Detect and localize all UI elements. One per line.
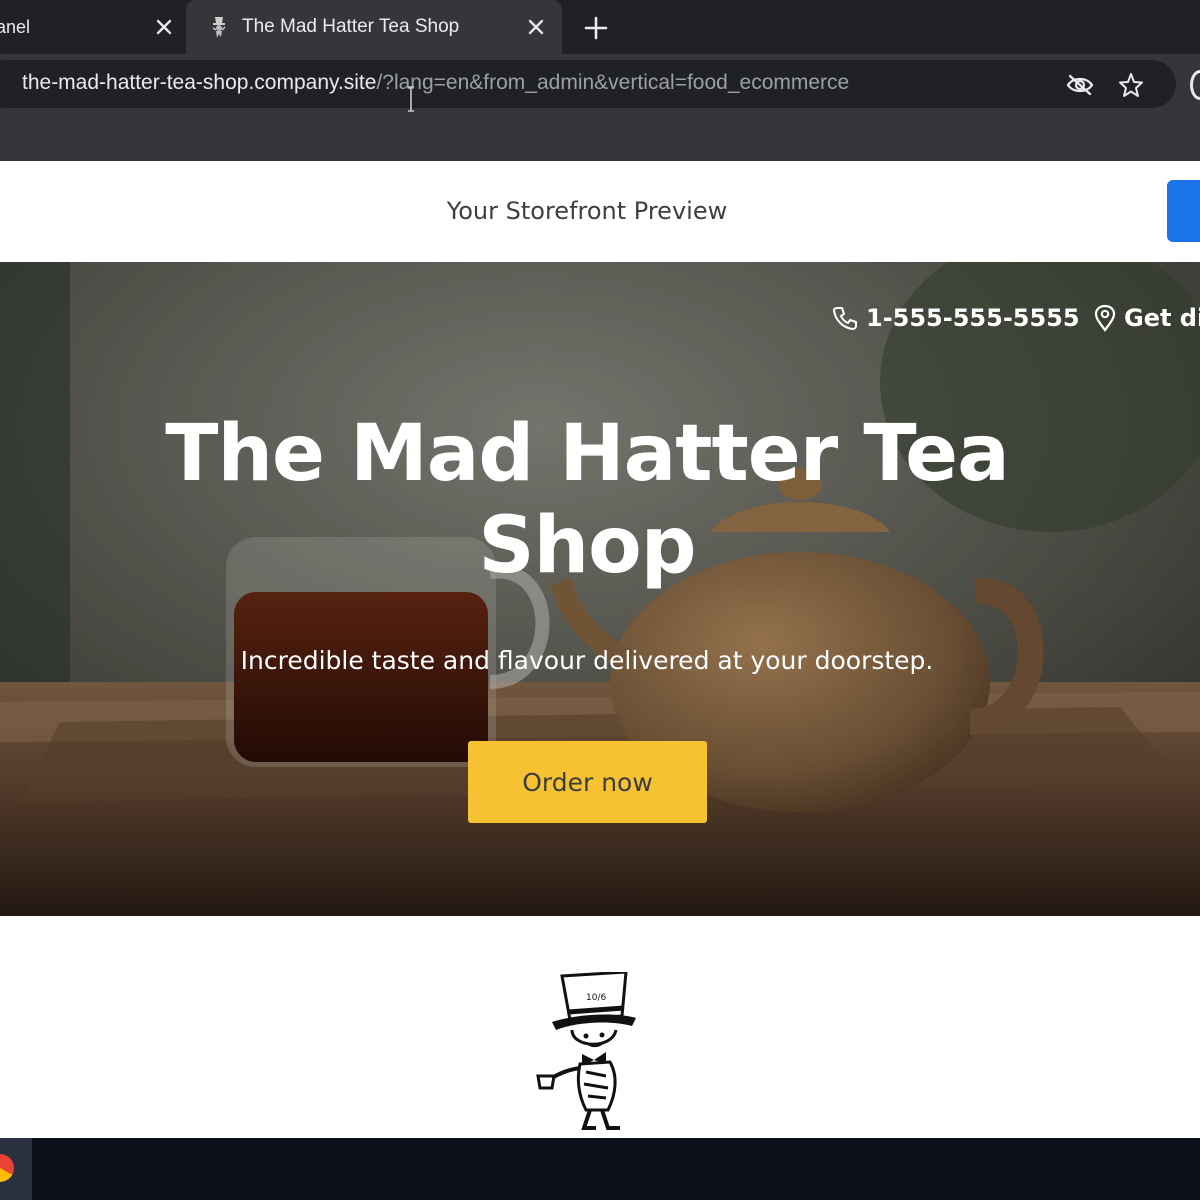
preview-action-button[interactable] [1167,180,1200,242]
star-icon[interactable] [1118,72,1144,98]
storefront-preview-bar: Your Storefront Preview [0,161,1200,262]
close-icon[interactable] [152,15,176,39]
phone-link[interactable]: 1-555-555-5555 [832,304,1080,332]
tab-label: The Mad Hatter Tea Shop [242,16,460,37]
logo-section: 10/6 [0,916,1200,1138]
eye-off-icon[interactable] [1066,74,1094,96]
plus-icon[interactable] [582,14,610,42]
store-title: The Mad Hatter Tea Shop [165,409,1009,591]
map-pin-icon [1094,304,1116,332]
tab-mad-hatter-tea-shop[interactable]: The Mad Hatter Tea Shop [186,0,562,54]
taskbar-chrome-app[interactable] [0,1138,32,1200]
address-bar[interactable]: the-mad-hatter-tea-shop.company.site/?la… [0,60,1176,112]
browser-tab-bar: anel The Mad Hatter Tea Shop [0,0,1200,54]
os-taskbar [0,1138,1200,1200]
mad-hatter-favicon-icon [212,17,226,38]
phone-number: 1-555-555-5555 [866,304,1080,332]
phone-icon [833,307,857,330]
svg-text:10/6: 10/6 [586,993,606,1003]
browser-toolbar: the-mad-hatter-tea-shop.company.site/?la… [0,54,1200,161]
url-path: /?lang=en&from_admin&vertical=food_ecomm… [376,71,850,94]
chrome-icon [0,1154,14,1182]
url-host: the-mad-hatter-tea-shop.company.site [22,71,377,94]
close-icon[interactable] [524,15,548,39]
directions-label: Get di [1124,304,1200,332]
hero-section: 1-555-555-5555 Get di The Mad Hatter Tea… [0,262,1200,916]
text-cursor-icon [408,86,414,112]
order-now-button[interactable]: Order now [468,741,707,823]
store-tagline: Incredible taste and flavour delivered a… [240,646,934,675]
directions-link[interactable]: Get di [1094,304,1200,332]
url-text[interactable]: the-mad-hatter-tea-shop.company.site/?la… [22,71,849,95]
tab-label: anel [0,17,31,37]
tab-control-panel[interactable]: anel [0,0,186,54]
mad-hatter-logo-icon: 10/6 [536,972,636,1130]
profile-avatar[interactable] [1190,70,1200,100]
preview-title: Your Storefront Preview [446,197,728,225]
